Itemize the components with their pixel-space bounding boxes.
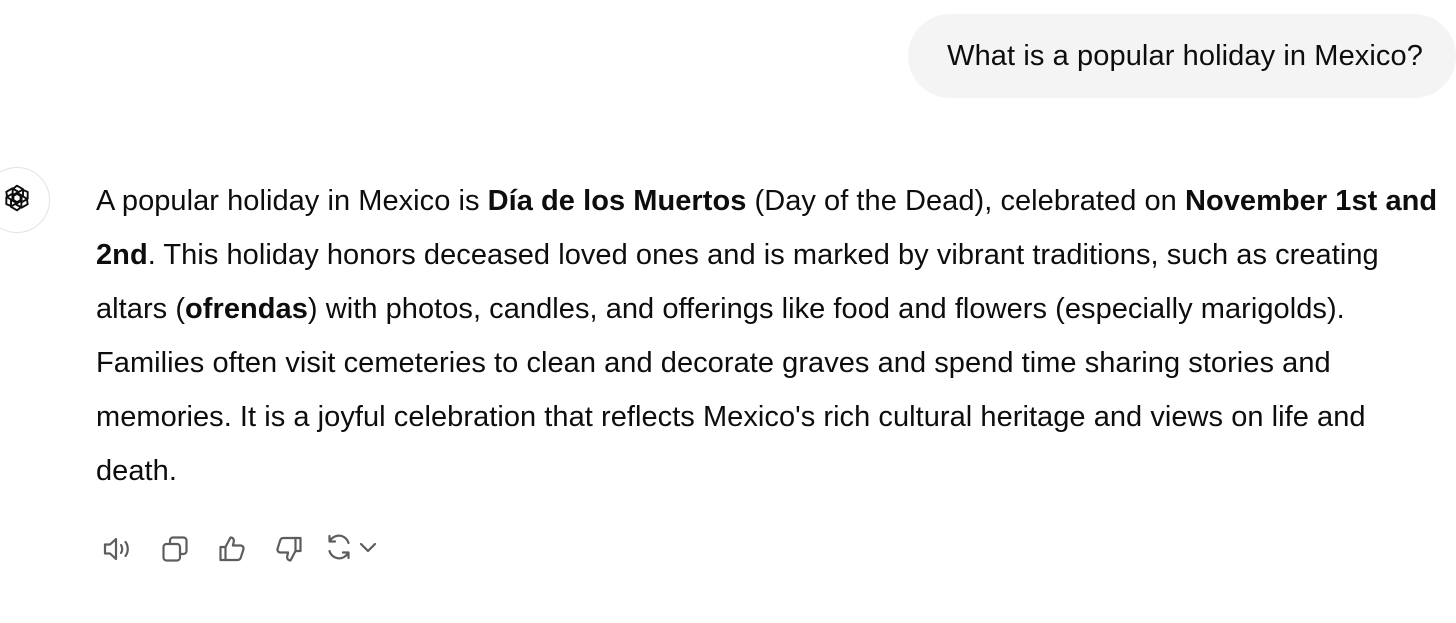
message-action-bar xyxy=(96,527,378,571)
assistant-avatar xyxy=(0,167,50,233)
bold-holiday-name: Día de los Muertos xyxy=(487,185,747,217)
assistant-message-paragraph: A popular holiday in Mexico is Día de lo… xyxy=(96,174,1448,498)
chat-page: What is a popular holiday in Mexico? A p… xyxy=(0,0,1456,623)
user-message-bubble: What is a popular holiday in Mexico? xyxy=(908,14,1456,98)
assistant-message: A popular holiday in Mexico is Día de lo… xyxy=(96,174,1448,498)
bad-response-button[interactable] xyxy=(267,527,311,571)
read-aloud-button[interactable] xyxy=(96,527,140,571)
read-aloud-icon xyxy=(101,534,135,564)
regenerate-icon xyxy=(324,532,354,567)
chevron-down-icon xyxy=(358,532,378,567)
bold-ofrendas: ofrendas xyxy=(185,293,308,325)
user-message-row: What is a popular holiday in Mexico? xyxy=(908,14,1456,98)
thumbs-up-icon xyxy=(217,534,247,564)
good-response-button[interactable] xyxy=(210,527,254,571)
copy-icon xyxy=(160,534,190,564)
regenerate-button[interactable] xyxy=(324,527,378,571)
message-text: A popular holiday in Mexico is xyxy=(96,185,488,217)
copy-button[interactable] xyxy=(153,527,197,571)
thumbs-down-icon xyxy=(274,534,304,564)
user-message-text: What is a popular holiday in Mexico? xyxy=(947,39,1423,72)
openai-logo-icon xyxy=(0,178,37,223)
message-text: (Day of the Dead), celebrated on xyxy=(746,185,1185,217)
